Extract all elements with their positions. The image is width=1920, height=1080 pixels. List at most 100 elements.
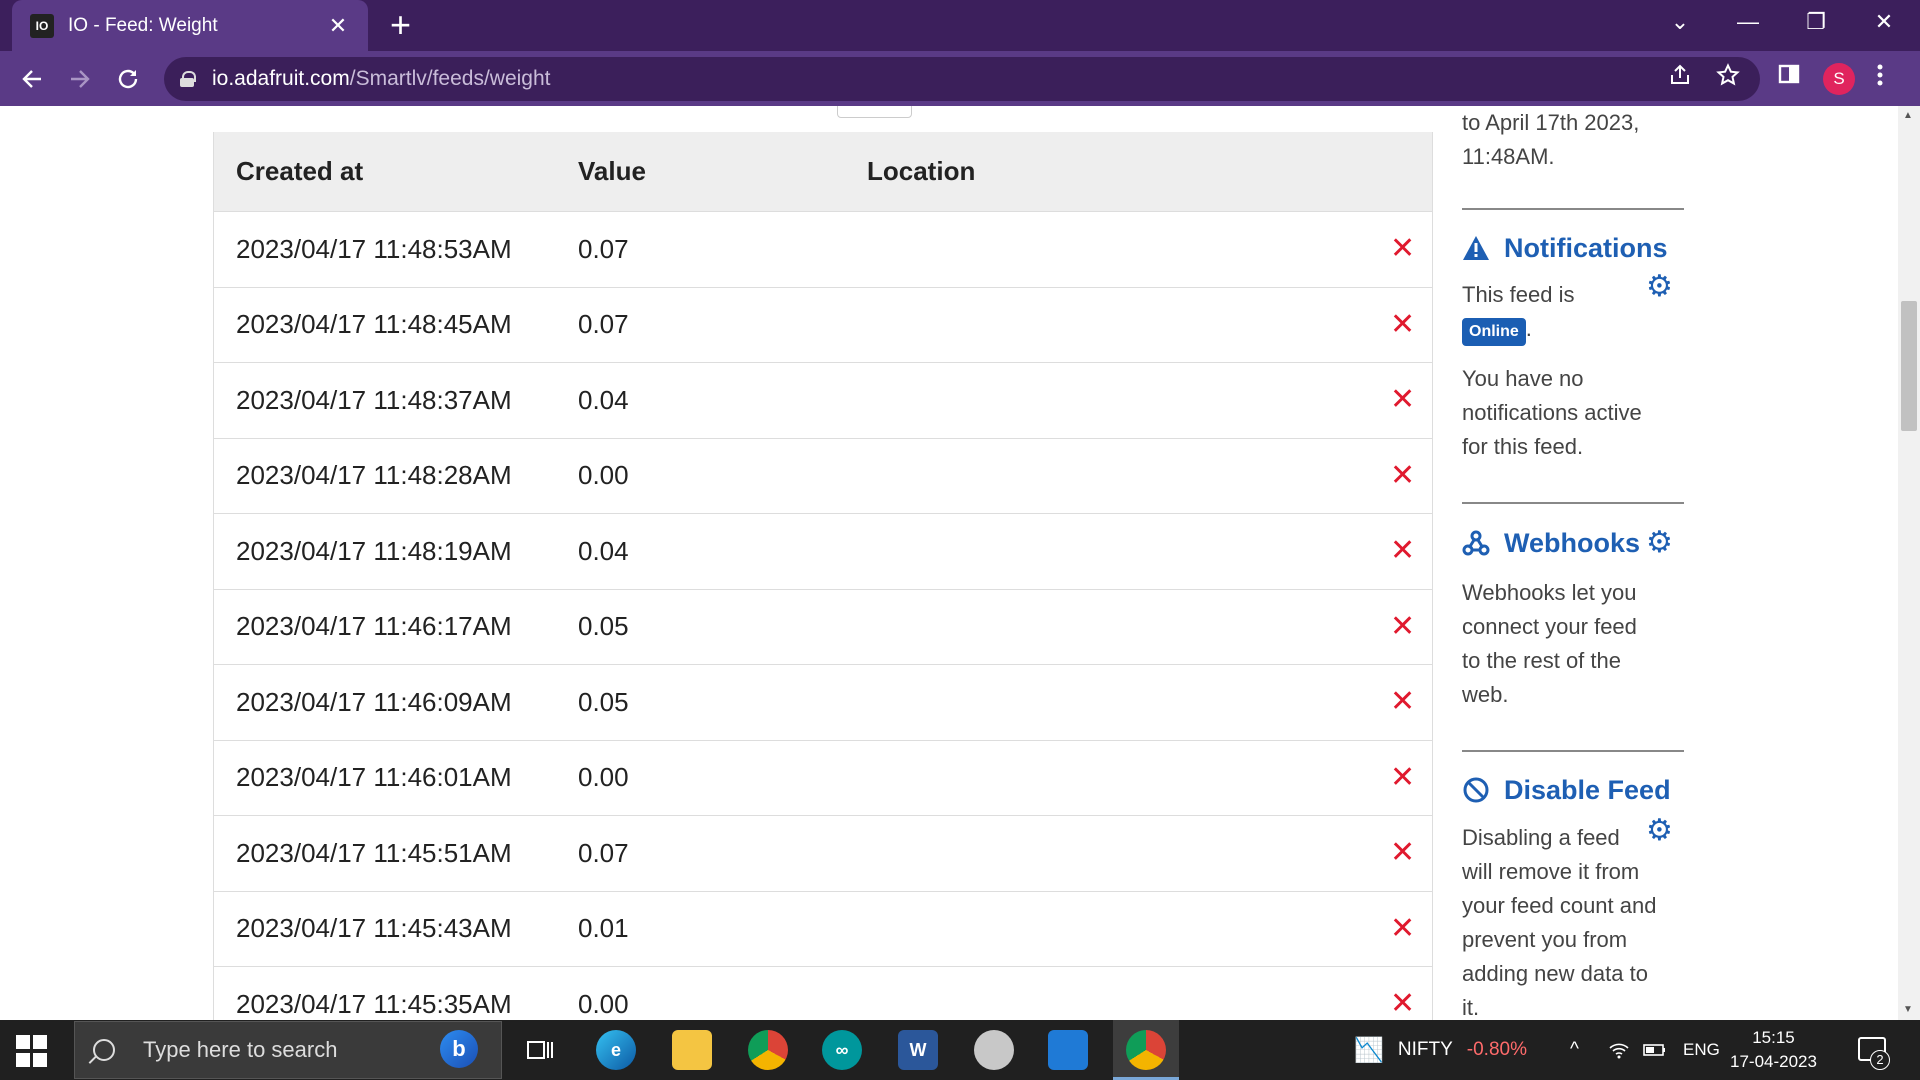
word-icon[interactable]: W	[898, 1030, 938, 1070]
notifications-title[interactable]: Notifications	[1504, 231, 1668, 265]
window-close-button[interactable]: ✕	[1850, 0, 1918, 44]
delete-row-icon[interactable]: ✕	[1390, 687, 1415, 717]
delete-row-icon[interactable]: ✕	[1390, 234, 1415, 264]
notifications-heading[interactable]: Notifications	[1462, 231, 1668, 265]
delete-row-icon[interactable]: ✕	[1390, 309, 1415, 340]
address-bar[interactable]: io.adafruit.com/Smartlv/feeds/weight	[164, 57, 1760, 101]
edge-browser-icon[interactable]: e	[596, 1030, 636, 1070]
partial-button[interactable]	[837, 106, 912, 118]
delete-row-icon[interactable]: ✕	[1390, 989, 1415, 1019]
back-button[interactable]	[14, 61, 50, 97]
webhooks-icon	[1462, 529, 1490, 557]
delete-row-icon[interactable]: ✕	[1390, 762, 1415, 793]
date-range-text: to April 17th 2023, 11:48AM.	[1462, 106, 1639, 174]
cell-created-at: 2023/04/17 11:46:01AM	[236, 762, 512, 793]
feed-data-table: Created at Value Location 2023/04/17 11:…	[213, 132, 1433, 1020]
lock-icon[interactable]	[180, 71, 196, 87]
clock-time: 15:15	[1752, 1028, 1795, 1047]
date-range-line-2: 11:48AM.	[1462, 144, 1555, 169]
minimize-button[interactable]: —	[1714, 0, 1782, 44]
table-header-row: Created at Value Location	[214, 132, 1432, 212]
cell-value: 0.00	[578, 460, 629, 491]
webhooks-text-line: Webhooks let you	[1462, 580, 1637, 605]
forward-button[interactable]	[62, 61, 98, 97]
reload-icon	[118, 69, 138, 89]
chrome-profile-s-icon[interactable]	[1126, 1030, 1166, 1070]
notifications-text-line: You have no	[1462, 366, 1584, 391]
cell-value: 0.00	[578, 988, 629, 1019]
notifications-body: This feed is Online. You have no notific…	[1462, 278, 1684, 464]
profile-avatar[interactable]: S	[1823, 63, 1855, 95]
clock-date: 17-04-2023	[1730, 1052, 1817, 1071]
cell-value: 0.05	[578, 611, 629, 642]
wifi-icon[interactable]	[1608, 1020, 1630, 1080]
disable-feed-body: Disabling a feed will remove it from you…	[1462, 821, 1684, 1020]
cell-value: 0.05	[578, 686, 629, 717]
delete-row-icon[interactable]: ✕	[1390, 460, 1415, 491]
share-icon[interactable]	[1668, 63, 1692, 93]
delete-row-icon[interactable]: ✕	[1390, 611, 1415, 642]
url-path: /Smartlv/feeds/weight	[349, 67, 551, 90]
cell-created-at: 2023/04/17 11:48:19AM	[236, 535, 512, 566]
bookmark-star-icon[interactable]	[1716, 63, 1740, 93]
webhooks-body: Webhooks let you connect your feed to th…	[1462, 576, 1684, 712]
delete-row-icon[interactable]: ✕	[1390, 536, 1415, 566]
webhooks-settings-gear-icon[interactable]: ⚙	[1646, 528, 1673, 558]
status-period: .	[1525, 316, 1532, 341]
disable-feed-heading[interactable]: Disable Feed	[1462, 773, 1671, 807]
adafruit-favicon-icon: IO	[30, 13, 54, 38]
cell-created-at: 2023/04/17 11:45:51AM	[236, 837, 512, 868]
webhooks-title[interactable]: Webhooks	[1504, 526, 1640, 560]
disable-text-line: will remove it from	[1462, 859, 1640, 884]
new-tab-button[interactable]: +	[390, 6, 411, 44]
webhooks-heading[interactable]: Webhooks	[1462, 526, 1640, 560]
stock-ticker-widget[interactable]: 📉 NIFTY -0.80%	[1354, 1020, 1527, 1080]
webhooks-text-line: web.	[1462, 682, 1509, 707]
arduino-icon[interactable]: ∞	[822, 1030, 862, 1070]
search-icon	[93, 1039, 115, 1061]
delete-row-icon[interactable]: ✕	[1390, 838, 1415, 868]
task-view-icon[interactable]	[520, 1030, 560, 1070]
restore-button[interactable]: ❐	[1782, 0, 1850, 44]
tray-overflow-chevron-icon[interactable]: ^	[1570, 1020, 1579, 1080]
snipping-tool-icon[interactable]	[974, 1030, 1014, 1070]
table-row: 2023/04/17 11:46:17AM 0.05 ✕	[214, 590, 1432, 665]
tab-search-chevron-icon[interactable]: ⌄	[1646, 0, 1714, 44]
page-scrollbar[interactable]: ▲ ▼	[1898, 106, 1920, 1020]
system-clock[interactable]: 15:15 17-04-2023	[1730, 1026, 1817, 1074]
bing-icon[interactable]: b	[440, 1030, 478, 1068]
column-header-value: Value	[578, 156, 646, 186]
scrollbar-thumb[interactable]	[1901, 301, 1917, 431]
table-row: 2023/04/17 11:45:51AM 0.07 ✕	[214, 816, 1432, 892]
scroll-down-arrow-icon[interactable]: ▼	[1903, 1004, 1913, 1015]
language-indicator[interactable]: ENG	[1683, 1020, 1720, 1080]
delete-row-icon[interactable]: ✕	[1390, 385, 1415, 415]
notifications-text-line: for this feed.	[1462, 434, 1584, 459]
divider	[1462, 208, 1684, 210]
webhooks-text-line: to the rest of the	[1462, 648, 1621, 673]
battery-icon[interactable]	[1643, 1020, 1667, 1080]
warning-triangle-icon	[1462, 234, 1490, 262]
ticker-change: -0.80%	[1466, 1039, 1527, 1060]
windows-start-icon[interactable]	[16, 1035, 48, 1067]
side-panel-icon[interactable]	[1778, 63, 1800, 92]
table-row: 2023/04/17 11:46:09AM 0.05 ✕	[214, 665, 1432, 741]
photos-icon[interactable]	[1048, 1030, 1088, 1070]
tab-close-icon[interactable]: ✕	[326, 13, 350, 39]
tab-title: IO - Feed: Weight	[68, 14, 218, 36]
table-row: 2023/04/17 11:48:19AM 0.04 ✕	[214, 514, 1432, 590]
browser-menu-icon[interactable]	[1876, 63, 1884, 94]
file-explorer-icon[interactable]	[672, 1030, 712, 1070]
scroll-up-arrow-icon[interactable]: ▲	[1903, 110, 1913, 121]
taskbar-search-box[interactable]: Type here to search	[74, 1021, 502, 1079]
ticker-name: NIFTY	[1397, 1039, 1453, 1060]
cell-created-at: 2023/04/17 11:46:17AM	[236, 611, 512, 642]
browser-tab-strip: IO IO - Feed: Weight ✕ + ⌄ — ❐ ✕	[0, 0, 1920, 51]
browser-tab-active[interactable]: IO IO - Feed: Weight ✕	[12, 0, 368, 51]
disable-feed-title[interactable]: Disable Feed	[1504, 773, 1671, 807]
reload-button[interactable]	[110, 61, 146, 97]
chrome-profile-r-icon[interactable]	[748, 1030, 788, 1070]
cell-created-at: 2023/04/17 11:48:28AM	[236, 460, 512, 491]
table-row: 2023/04/17 11:45:43AM 0.01 ✕	[214, 892, 1432, 967]
delete-row-icon[interactable]: ✕	[1390, 913, 1415, 944]
